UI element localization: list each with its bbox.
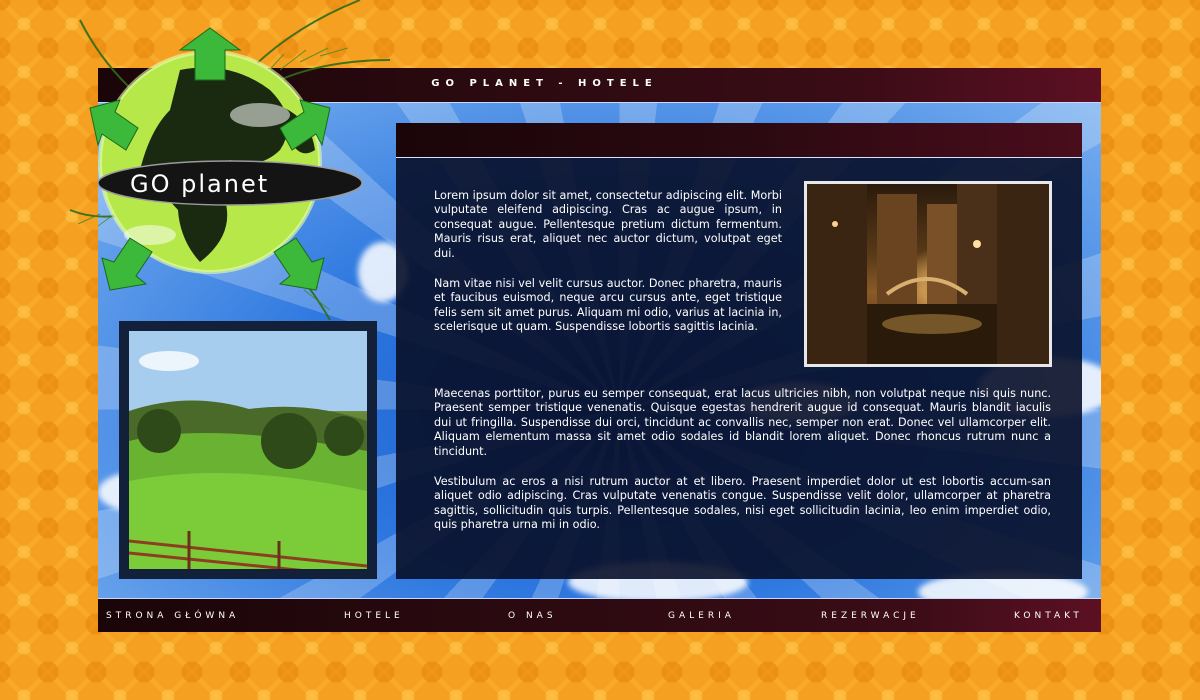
landscape-photo [129,331,367,569]
nav-kontakt[interactable]: KONTAKT [1014,611,1083,621]
paragraph-1: Lorem ipsum dolor sit amet, consectetur … [434,189,782,260]
nav-hotele[interactable]: HOTELE [344,611,404,621]
content-panel: Lorem ipsum dolor sit amet, consectetur … [396,123,1082,579]
paragraph-2: Nam vitae nisi vel velit cursus auctor. … [434,277,782,334]
nav-strona-glowna[interactable]: STRONA GŁÓWNA [106,611,239,621]
panel-header [396,123,1082,158]
paragraph-3: Maecenas porttitor, purus eu semper cons… [434,387,1051,458]
site-logo[interactable]: GO planet [60,0,420,330]
logo-text: GO planet [130,170,269,198]
venice-night-photo [804,181,1052,367]
nav-rezerwacje[interactable]: REZERWACJE [821,611,920,621]
nav-o-nas[interactable]: O NAS [508,611,557,621]
globe-logo-icon: GO planet [69,0,391,321]
nav-galeria[interactable]: GALERIA [668,611,735,621]
landscape-photo-frame [119,321,377,579]
bottom-navigation: STRONA GŁÓWNA HOTELE O NAS GALERIA REZER… [98,598,1101,632]
paragraph-4: Vestibulum ac eros a nisi rutrum auctor … [434,475,1051,532]
